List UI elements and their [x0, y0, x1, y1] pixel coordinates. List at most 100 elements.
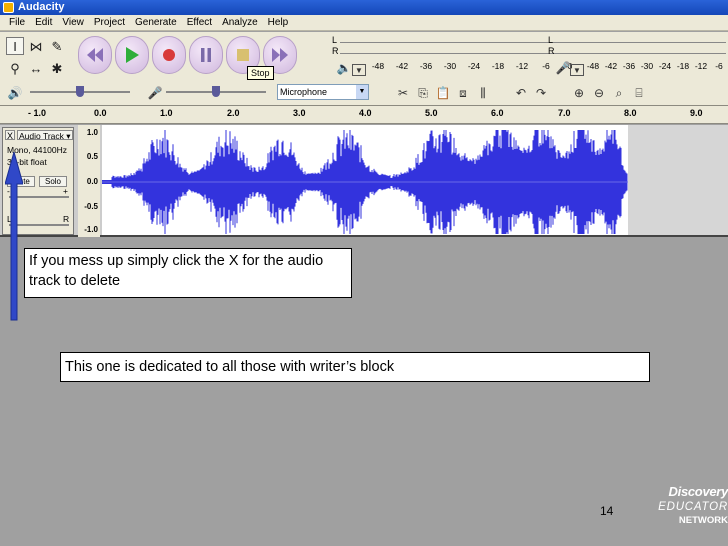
- pause-button[interactable]: [189, 36, 223, 74]
- title-bar: Audacity: [0, 0, 728, 15]
- scale-label: -12: [694, 61, 708, 71]
- scale-label: -48: [371, 61, 385, 71]
- paste-icon[interactable]: 📋: [434, 85, 452, 101]
- logo-line-1: Discovery: [668, 484, 728, 499]
- zoom-out-icon[interactable]: ⊖: [590, 85, 608, 101]
- meter-track: [556, 48, 726, 54]
- scale-label: -42: [604, 61, 618, 71]
- audacity-app-icon: [3, 2, 14, 13]
- ruler-tick: 9.0: [690, 108, 703, 118]
- ruler-tick: 4.0: [359, 108, 372, 118]
- record-icon: [163, 49, 175, 61]
- scale-label: -42: [395, 61, 409, 71]
- menu-generate[interactable]: Generate: [130, 15, 182, 31]
- input-meter-dropdown-icon[interactable]: ▼: [570, 64, 584, 76]
- ruler-tick: 6.0: [491, 108, 504, 118]
- output-meter-dropdown-icon[interactable]: ▼: [352, 64, 366, 76]
- meter-left-label: L: [548, 35, 554, 45]
- ruler-tick: 1.0: [160, 108, 173, 118]
- output-meter-scale: -48 -42 -36 -30 -24 -18 -12 -6 0: [366, 61, 582, 71]
- stop-tooltip: Stop: [247, 66, 274, 80]
- track-name-label: Audio Track: [19, 131, 64, 141]
- scale-label: -6: [715, 61, 723, 71]
- cut-icon[interactable]: ✂: [394, 85, 412, 101]
- output-volume-knob[interactable]: [76, 86, 84, 97]
- scale-label: -24: [467, 61, 481, 71]
- scale-tick: 0.5: [86, 152, 98, 161]
- menu-view[interactable]: View: [57, 15, 89, 31]
- silence-icon[interactable]: ⫼: [474, 85, 492, 101]
- fit-selection-icon[interactable]: ⌕: [610, 85, 628, 101]
- ruler-tick: 5.0: [425, 108, 438, 118]
- track-name-dropdown[interactable]: Audio Track ▾: [17, 130, 73, 141]
- scale-tick: -0.5: [84, 202, 98, 211]
- scale-label: -18: [676, 61, 690, 71]
- logo-line-3: NETWORK: [678, 515, 728, 526]
- trim-icon[interactable]: ⧈: [454, 85, 472, 101]
- input-volume-icon: 🎤: [147, 86, 163, 100]
- scale-label: -30: [640, 61, 654, 71]
- chevron-down-icon[interactable]: ▼: [356, 85, 368, 99]
- speaker-icon[interactable]: 🔈: [335, 60, 353, 76]
- ruler-tick: 0.0: [94, 108, 107, 118]
- play-button[interactable]: [115, 36, 149, 74]
- scale-label: -30: [443, 61, 457, 71]
- window-title: Audacity: [18, 1, 65, 13]
- annotation-arrow-icon: [5, 152, 23, 321]
- menu-bar: File Edit View Project Generate Effect A…: [0, 15, 728, 31]
- pan-right-label: R: [63, 214, 70, 224]
- timeline-ruler[interactable]: - 1.0 0.0 1.0 2.0 3.0 4.0 5.0 6.0 7.0 8.…: [0, 106, 728, 124]
- toolbar-area: I ⋈ ✎ ⚲ ↔ ✱ L R L R 🔈 ▼ -48 -42 -36 -30 …: [0, 32, 728, 106]
- scale-label: -36: [419, 61, 433, 71]
- menu-file[interactable]: File: [4, 15, 30, 31]
- waveform[interactable]: [102, 125, 628, 235]
- gain-plus: +: [63, 186, 68, 196]
- ruler-tick: 7.0: [558, 108, 571, 118]
- empty-track-region[interactable]: [628, 125, 728, 235]
- record-button[interactable]: [152, 36, 186, 74]
- meter-right-label: R: [548, 46, 555, 56]
- track-close-button[interactable]: X: [5, 130, 15, 141]
- timeshift-tool-icon[interactable]: ↔: [27, 59, 45, 77]
- menu-analyze[interactable]: Analyze: [217, 15, 263, 31]
- scale-label: -36: [622, 61, 636, 71]
- skip-to-start-button[interactable]: [78, 36, 112, 74]
- discovery-educator-logo: Discovery EDUCATOR NETWORK: [655, 484, 728, 546]
- scale-tick: 0.0: [86, 177, 98, 186]
- menu-project[interactable]: Project: [89, 15, 130, 31]
- fit-project-icon[interactable]: ⌸: [630, 85, 648, 101]
- undo-icon[interactable]: ↶: [512, 85, 530, 101]
- meter-track: [556, 37, 726, 43]
- input-volume-slider[interactable]: [166, 86, 266, 97]
- multi-tool-icon[interactable]: ✱: [48, 59, 66, 77]
- zoom-in-icon[interactable]: ⊕: [570, 85, 588, 101]
- scale-label: -24: [658, 61, 672, 71]
- input-volume-knob[interactable]: [212, 86, 220, 97]
- slide-number: 14: [600, 504, 614, 518]
- selection-tool-icon[interactable]: I: [6, 37, 24, 55]
- input-source-value: Microphone: [280, 87, 328, 97]
- output-meter-right[interactable]: R: [332, 46, 562, 60]
- ruler-tick: 3.0: [293, 108, 306, 118]
- input-meter-right[interactable]: R: [548, 46, 728, 60]
- audio-track-area: X Audio Track ▾ Mono, 44100Hz 32-bit flo…: [0, 125, 728, 237]
- meter-track: [340, 37, 558, 43]
- menu-effect[interactable]: Effect: [182, 15, 217, 31]
- output-volume-slider[interactable]: [30, 86, 130, 97]
- meter-right-label: R: [332, 46, 339, 56]
- draw-tool-icon[interactable]: ✎: [48, 37, 66, 55]
- triangle-down-icon: ▾: [63, 131, 71, 141]
- skip-end-icon: [272, 48, 288, 62]
- amplitude-scale: 1.0 0.5 0.0 -0.5 -1.0: [78, 125, 100, 237]
- ruler-tick: 8.0: [624, 108, 637, 118]
- redo-icon[interactable]: ↷: [532, 85, 550, 101]
- zoom-tool-icon[interactable]: ⚲: [6, 59, 24, 77]
- input-source-select[interactable]: Microphone ▼: [277, 84, 369, 100]
- skip-start-icon: [87, 48, 103, 62]
- menu-help[interactable]: Help: [263, 15, 294, 31]
- scale-label: -12: [515, 61, 529, 71]
- envelope-tool-icon[interactable]: ⋈: [27, 37, 45, 55]
- menu-edit[interactable]: Edit: [30, 15, 57, 31]
- copy-icon[interactable]: ⎘: [414, 85, 432, 101]
- scale-label: -48: [586, 61, 600, 71]
